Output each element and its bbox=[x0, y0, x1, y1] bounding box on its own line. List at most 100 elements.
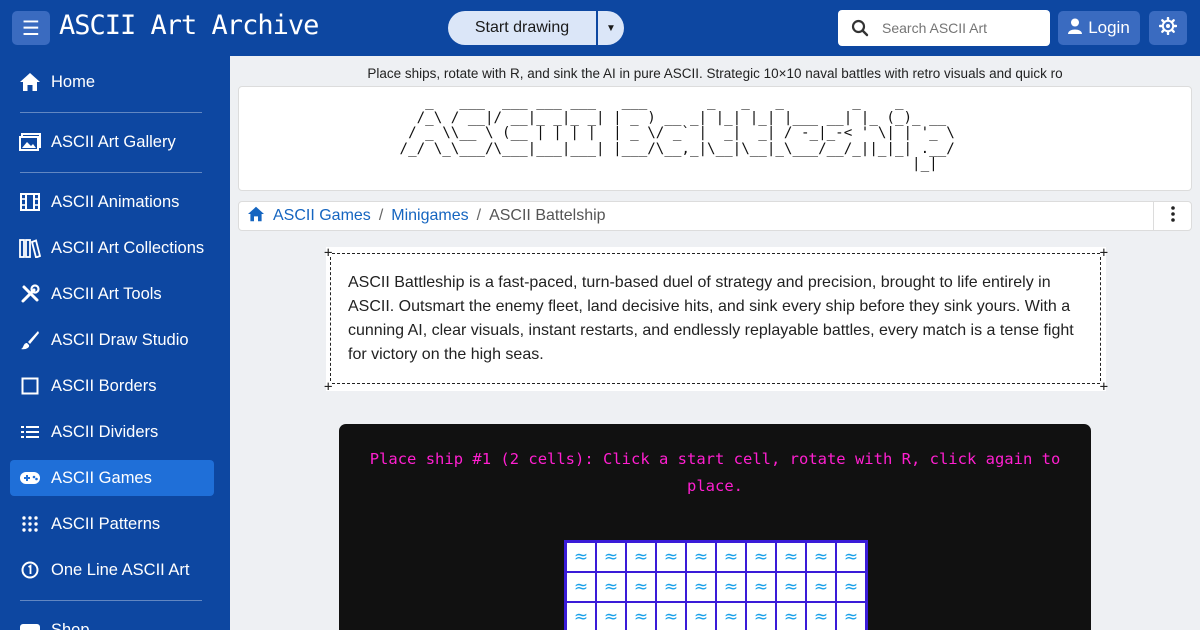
sidebar-item-label: ASCII Art Tools bbox=[51, 284, 162, 303]
sidebar-item-collections[interactable]: ASCII Art Collections bbox=[10, 230, 214, 266]
board-cell[interactable]: ≈ bbox=[566, 572, 596, 602]
board-cell[interactable]: ≈ bbox=[746, 572, 776, 602]
frame-corner: + bbox=[1099, 379, 1108, 395]
sidebar-item-tools[interactable]: ASCII Art Tools bbox=[10, 276, 214, 312]
kebab-icon bbox=[1170, 205, 1175, 227]
brand-logo[interactable]: ASCII Art Archive bbox=[59, 10, 319, 41]
sidebar-item-label: ASCII Art Gallery bbox=[51, 132, 176, 151]
menu-toggle-button[interactable]: ☰ bbox=[12, 11, 50, 45]
board-cell[interactable]: ≈ bbox=[746, 602, 776, 630]
sidebar-item-label: One Line ASCII Art bbox=[51, 560, 190, 579]
board-cell[interactable]: ≈ bbox=[716, 572, 746, 602]
top-navbar: ☰ ASCII Art Archive Start drawing ▼ Logi… bbox=[0, 0, 1200, 56]
sidebar-item-games[interactable]: ASCII Games bbox=[10, 460, 214, 496]
sidebar-item-patterns[interactable]: ASCII Patterns bbox=[10, 506, 214, 542]
start-drawing-group: Start drawing ▼ bbox=[448, 11, 624, 45]
search-input[interactable] bbox=[882, 20, 1042, 36]
breadcrumb-current: ASCII Battelship bbox=[489, 207, 606, 224]
breadcrumb-separator: / bbox=[476, 207, 482, 224]
board-cell[interactable]: ≈ bbox=[656, 572, 686, 602]
frame-bottom bbox=[332, 383, 1100, 384]
sidebar-item-label: Shop bbox=[51, 620, 90, 630]
sidebar-item-label: ASCII Animations bbox=[51, 192, 180, 211]
board-cell[interactable]: ≈ bbox=[776, 572, 806, 602]
board-cell[interactable]: ≈ bbox=[626, 542, 656, 572]
sidebar: Home ASCII Art Gallery ASCII Animations … bbox=[0, 56, 230, 630]
page-tagline: Place ships, rotate with R, and sink the… bbox=[367, 66, 1063, 81]
board-cell[interactable]: ≈ bbox=[836, 572, 866, 602]
start-drawing-button[interactable]: Start drawing bbox=[448, 11, 596, 45]
sidebar-item-label: ASCII Art Collections bbox=[51, 238, 205, 257]
dividers-icon bbox=[19, 421, 41, 443]
sidebar-item-borders[interactable]: ASCII Borders bbox=[10, 368, 214, 404]
sidebar-item-gallery[interactable]: ASCII Art Gallery bbox=[10, 124, 214, 160]
board-cell[interactable]: ≈ bbox=[776, 602, 806, 630]
start-drawing-dropdown-toggle[interactable]: ▼ bbox=[596, 11, 624, 45]
gallery-icon bbox=[19, 131, 41, 153]
hamburger-icon: ☰ bbox=[22, 17, 40, 40]
board-cell[interactable]: ≈ bbox=[566, 542, 596, 572]
breadcrumb: ASCII Games / Minigames / ASCII Battelsh… bbox=[238, 201, 1192, 231]
settings-button[interactable] bbox=[1149, 11, 1187, 45]
board-cell[interactable]: ≈ bbox=[836, 602, 866, 630]
sidebar-item-home[interactable]: Home bbox=[10, 64, 214, 100]
board-cell[interactable]: ≈ bbox=[806, 572, 836, 602]
board-cell[interactable]: ≈ bbox=[716, 602, 746, 630]
film-icon bbox=[19, 191, 41, 213]
gamepad-icon bbox=[19, 467, 41, 489]
sidebar-item-one-line[interactable]: One Line ASCII Art bbox=[10, 552, 214, 588]
sidebar-item-shop[interactable]: Shop bbox=[10, 612, 214, 630]
login-button[interactable]: Login bbox=[1058, 11, 1140, 45]
frame-right bbox=[1100, 257, 1101, 381]
breadcrumb-minigames[interactable]: Minigames bbox=[391, 207, 468, 225]
game-panel: Place ship #1 (2 cells): Click a start c… bbox=[339, 424, 1091, 630]
board-cell[interactable]: ≈ bbox=[806, 602, 836, 630]
sidebar-divider bbox=[20, 600, 202, 601]
board-cell[interactable]: ≈ bbox=[686, 572, 716, 602]
board-cell[interactable]: ≈ bbox=[626, 602, 656, 630]
board-cell[interactable]: ≈ bbox=[686, 602, 716, 630]
board-cell[interactable]: ≈ bbox=[836, 542, 866, 572]
board-cell[interactable]: ≈ bbox=[656, 602, 686, 630]
ascii-title-art: _ ___ ___ ___ ___ ___ _ _ _ _ _ /_\ / __… bbox=[399, 94, 955, 173]
breadcrumb-ascii-games[interactable]: ASCII Games bbox=[273, 207, 371, 225]
board-cell[interactable]: ≈ bbox=[596, 542, 626, 572]
player-board: ≈ ≈ ≈ ≈ ≈ ≈ ≈ ≈ ≈ ≈ ≈ ≈ ≈ ≈ ≈ ≈ ≈ ≈ ≈ ≈ ≈ ≈ ≈ ≈ ≈ ≈ ≈ ≈ ≈ ≈ bbox=[564, 540, 868, 630]
sidebar-item-label: ASCII Patterns bbox=[51, 514, 161, 533]
sidebar-item-animations[interactable]: ASCII Animations bbox=[10, 184, 214, 220]
login-label: Login bbox=[1088, 18, 1130, 37]
dots-grid-icon bbox=[19, 513, 41, 535]
board-cell[interactable]: ≈ bbox=[596, 602, 626, 630]
home-icon bbox=[19, 71, 41, 93]
caret-down-icon: ▼ bbox=[606, 22, 616, 34]
board-cell[interactable]: ≈ bbox=[656, 542, 686, 572]
sidebar-item-draw-studio[interactable]: ASCII Draw Studio bbox=[10, 322, 214, 358]
breadcrumb-separator: / bbox=[378, 207, 384, 224]
board-cell[interactable]: ≈ bbox=[746, 542, 776, 572]
breadcrumb-home[interactable] bbox=[239, 206, 273, 227]
board-cell[interactable]: ≈ bbox=[566, 602, 596, 630]
board-cell[interactable]: ≈ bbox=[776, 542, 806, 572]
gear-icon bbox=[1158, 16, 1178, 40]
board-cell[interactable]: ≈ bbox=[716, 542, 746, 572]
more-options-button[interactable] bbox=[1153, 202, 1191, 230]
board-cell[interactable]: ≈ bbox=[806, 542, 836, 572]
user-icon bbox=[1068, 18, 1083, 39]
board-cell[interactable]: ≈ bbox=[686, 542, 716, 572]
tools-icon bbox=[19, 283, 41, 305]
board-cell[interactable]: ≈ bbox=[596, 572, 626, 602]
search-box bbox=[838, 10, 1050, 46]
brush-icon bbox=[19, 329, 41, 351]
shop-icon bbox=[19, 619, 41, 630]
sidebar-item-dividers[interactable]: ASCII Dividers bbox=[10, 414, 214, 450]
sidebar-item-label: Home bbox=[51, 72, 96, 91]
sidebar-item-label: ASCII Dividers bbox=[51, 422, 159, 441]
board-cell[interactable]: ≈ bbox=[626, 572, 656, 602]
square-icon bbox=[19, 375, 41, 397]
books-icon bbox=[19, 237, 41, 259]
sidebar-divider bbox=[20, 172, 202, 173]
frame-left bbox=[330, 257, 331, 381]
search-icon bbox=[838, 19, 882, 37]
placement-prompt: Place ship #1 (2 cells): Click a start c… bbox=[369, 450, 1061, 495]
circle-one-icon bbox=[19, 559, 41, 581]
